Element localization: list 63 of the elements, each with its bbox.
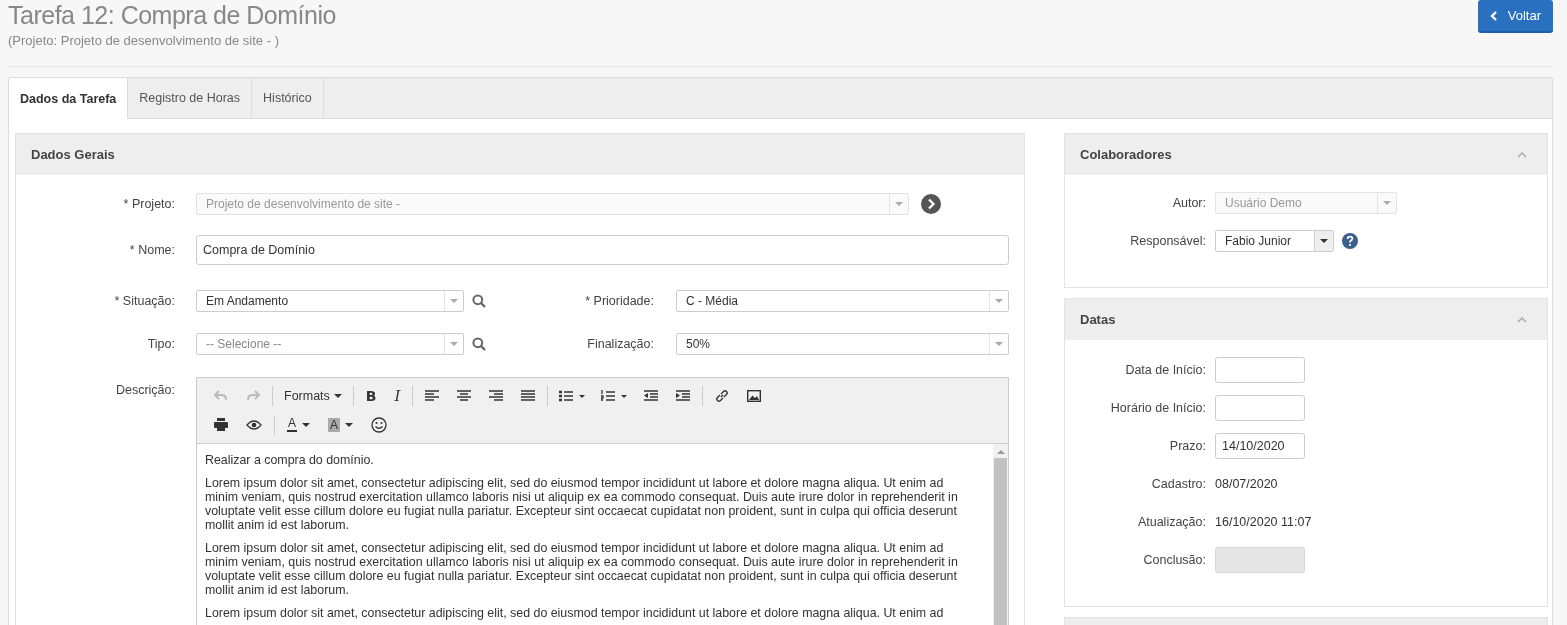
field-label: Tipo: — [146, 337, 176, 351]
field-value: 16/10/2020 11:07 — [1215, 515, 1312, 529]
panel-title: Colaboradores — [1080, 147, 1172, 162]
eye-icon[interactable] — [246, 419, 262, 430]
field-label: * Nome: — [128, 243, 176, 257]
formats-dropdown[interactable]: Formats — [276, 388, 350, 403]
search-icon[interactable] — [472, 294, 486, 308]
background-color-button[interactable]: A — [319, 417, 363, 432]
search-icon[interactable] — [472, 337, 486, 351]
align-left-icon[interactable] — [425, 389, 440, 402]
tab[interactable]: Histórico — [252, 78, 324, 118]
description-paragraph: Lorem ipsum dolor sit amet, consectetur adipiscing elit, sed do eiusmod tempor incididunt ut labore et dolore magna aliqua. Ut enim ad — [205, 606, 945, 620]
numbered-list-icon[interactable] — [601, 389, 628, 402]
arrow-right-icon[interactable] — [921, 194, 941, 214]
scrollbar[interactable] — [993, 444, 1008, 625]
chevron-left-icon — [1489, 10, 1498, 21]
bullet-list-icon[interactable] — [559, 389, 586, 402]
field-label: Responsável: — [1129, 234, 1207, 248]
back-button[interactable]: Voltar — [1477, 0, 1553, 33]
field-label: Descrição: — [114, 382, 176, 397]
link-icon[interactable] — [715, 388, 730, 403]
indent-icon[interactable] — [676, 389, 691, 402]
field-value: 08/07/2020 — [1215, 477, 1278, 491]
description-paragraph: Realizar a compra do domínio. — [205, 453, 375, 467]
text-color-button[interactable]: A — [278, 417, 319, 432]
bold-button[interactable]: B — [356, 387, 386, 404]
field-label: * Prioridade: — [584, 294, 655, 308]
panel-title: Dados Gerais — [31, 147, 115, 162]
smiley-icon[interactable] — [371, 416, 388, 433]
date-input[interactable] — [1215, 357, 1305, 383]
responsible-select[interactable]: Fabio Junior — [1215, 230, 1334, 252]
field-label: * Projeto: — [122, 197, 176, 211]
field-label: Conclusão: — [1142, 553, 1207, 567]
field-label: Finalização: — [586, 337, 655, 351]
completion-select[interactable]: 50% — [676, 333, 1009, 355]
status-select[interactable]: Em Andamento — [196, 290, 464, 312]
date-input[interactable]: 14/10/2020 — [1215, 433, 1305, 459]
priority-select[interactable]: C - Média — [676, 290, 1009, 312]
align-right-icon[interactable] — [489, 389, 504, 402]
field-label: Data de Início: — [1124, 363, 1207, 377]
description-paragraph: Lorem ipsum dolor sit amet, consectetur adipiscing elit, sed do eiusmod tempor incididunt ut labore et dolore magna aliqua. Ut enim ad minim veniam, quis nostrud exercitation ullamco laboris nisi ut aliquip ex ea commodo consequat. Duis aute irure dolor in reprehenderit in voluptate velit esse cillum dolore eu fugiat nulla pariatur. Excepteur sint occaecat cupidatat non proident, sunt in culpa qui officia deserunt mollit anim id est laborum. — [205, 476, 959, 532]
field-label: Cadastro: — [1150, 477, 1207, 491]
field-label: * Situação: — [113, 294, 176, 308]
name-input[interactable]: Compra de Domínio — [196, 235, 1009, 265]
description-paragraph: Lorem ipsum dolor sit amet, consectetur adipiscing elit, sed do eiusmod tempor incididunt ut labore et dolore magna aliqua. Ut enim ad minim veniam, quis nostrud exercitation ullamco laboris nisi ut aliquip ex ea commodo consequat. Duis aute irure dolor in reprehenderit in voluptate velit esse cillum dolore eu fugiat nulla pariatur. Excepteur sint occaecat cupidatat non proident, sunt in culpa qui officia deserunt mollit anim id est laborum. — [205, 541, 959, 597]
field-label: Autor: — [1171, 196, 1207, 210]
page-subtitle: (Projeto: Projeto de desenvolvimento de site - ) — [8, 33, 280, 48]
image-icon[interactable] — [747, 389, 762, 402]
print-icon[interactable] — [214, 418, 228, 431]
field-label: Prazo: — [1168, 439, 1207, 453]
tab[interactable]: Dados da Tarefa — [9, 78, 129, 119]
panel-title: Datas — [1080, 312, 1116, 327]
tab[interactable]: Registro de Horas — [128, 78, 253, 118]
align-center-icon[interactable] — [457, 389, 472, 402]
date-input[interactable] — [1215, 395, 1305, 421]
page-title: Tarefa 12: Compra de Domínio — [8, 0, 336, 30]
outdent-icon[interactable] — [644, 389, 659, 402]
field-label: Horário de Início: — [1109, 401, 1207, 415]
field-label: Atualização: — [1136, 515, 1207, 529]
type-select[interactable]: -- Selecione -- — [196, 333, 464, 355]
justify-icon[interactable] — [521, 389, 536, 402]
italic-button[interactable]: I — [385, 386, 410, 405]
help-icon[interactable] — [1342, 233, 1358, 249]
